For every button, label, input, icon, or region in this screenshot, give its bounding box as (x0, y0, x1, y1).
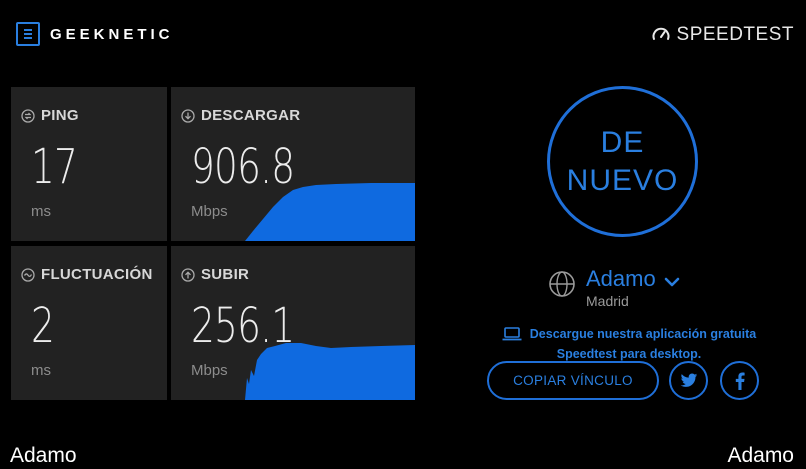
speedtest-header[interactable]: SPEEDTEST (651, 24, 794, 46)
facebook-button[interactable] (720, 361, 759, 400)
brand: GEEKNETIC (16, 22, 174, 46)
twitter-icon (680, 373, 697, 387)
jitter-tile: FLUCTUACIÓN 2 ms (11, 246, 167, 400)
restart-line1: DE (600, 125, 645, 159)
gauge-icon (652, 27, 669, 40)
geeknetic-logo-icon (16, 22, 40, 46)
speedtest-label: SPEEDTEST (676, 24, 794, 45)
server-location: Madrid (586, 293, 629, 309)
jitter-unit: ms (31, 362, 51, 379)
ping-tile: PING 17 ms (11, 87, 167, 241)
footer-provider-left: Adamo (10, 444, 77, 467)
download-icon (181, 108, 195, 123)
download-graph (245, 183, 415, 241)
globe-icon (549, 271, 575, 297)
facebook-icon (735, 372, 745, 390)
promo-line1[interactable]: Descargue nuestra aplicación gratuita (530, 326, 756, 342)
upload-tile: SUBIR 256.1 Mbps (171, 246, 415, 400)
ping-value: 17 (31, 139, 78, 195)
ping-icon (21, 108, 35, 123)
brand-name: GEEKNETIC (50, 25, 174, 43)
jitter-icon (21, 267, 35, 282)
jitter-label: FLUCTUACIÓN (41, 266, 153, 283)
upload-icon (181, 267, 195, 282)
restart-test-button[interactable]: DE NUEVO (547, 86, 698, 237)
server-name: Adamo (586, 266, 656, 291)
restart-line2: NUEVO (566, 163, 679, 197)
copy-link-label: COPIAR VÍNCULO (513, 373, 633, 388)
upload-graph (245, 343, 415, 400)
copy-link-button[interactable]: COPIAR VÍNCULO (487, 361, 659, 400)
ping-label: PING (41, 107, 79, 124)
desktop-app-promo[interactable]: Descargue nuestra aplicación gratuita Sp… (484, 326, 774, 362)
ping-unit: ms (31, 203, 51, 220)
server-selector[interactable]: Adamo Madrid (548, 266, 680, 309)
jitter-value: 2 (31, 298, 55, 354)
footer-provider-right: Adamo (727, 444, 794, 467)
upload-label: SUBIR (201, 266, 250, 283)
download-tile: DESCARGAR 906.8 Mbps (171, 87, 415, 241)
laptop-icon (502, 327, 522, 341)
download-label: DESCARGAR (201, 107, 301, 124)
promo-line2[interactable]: Speedtest para desktop. (484, 346, 774, 362)
chevron-down-icon[interactable] (664, 277, 680, 287)
twitter-button[interactable] (669, 361, 708, 400)
